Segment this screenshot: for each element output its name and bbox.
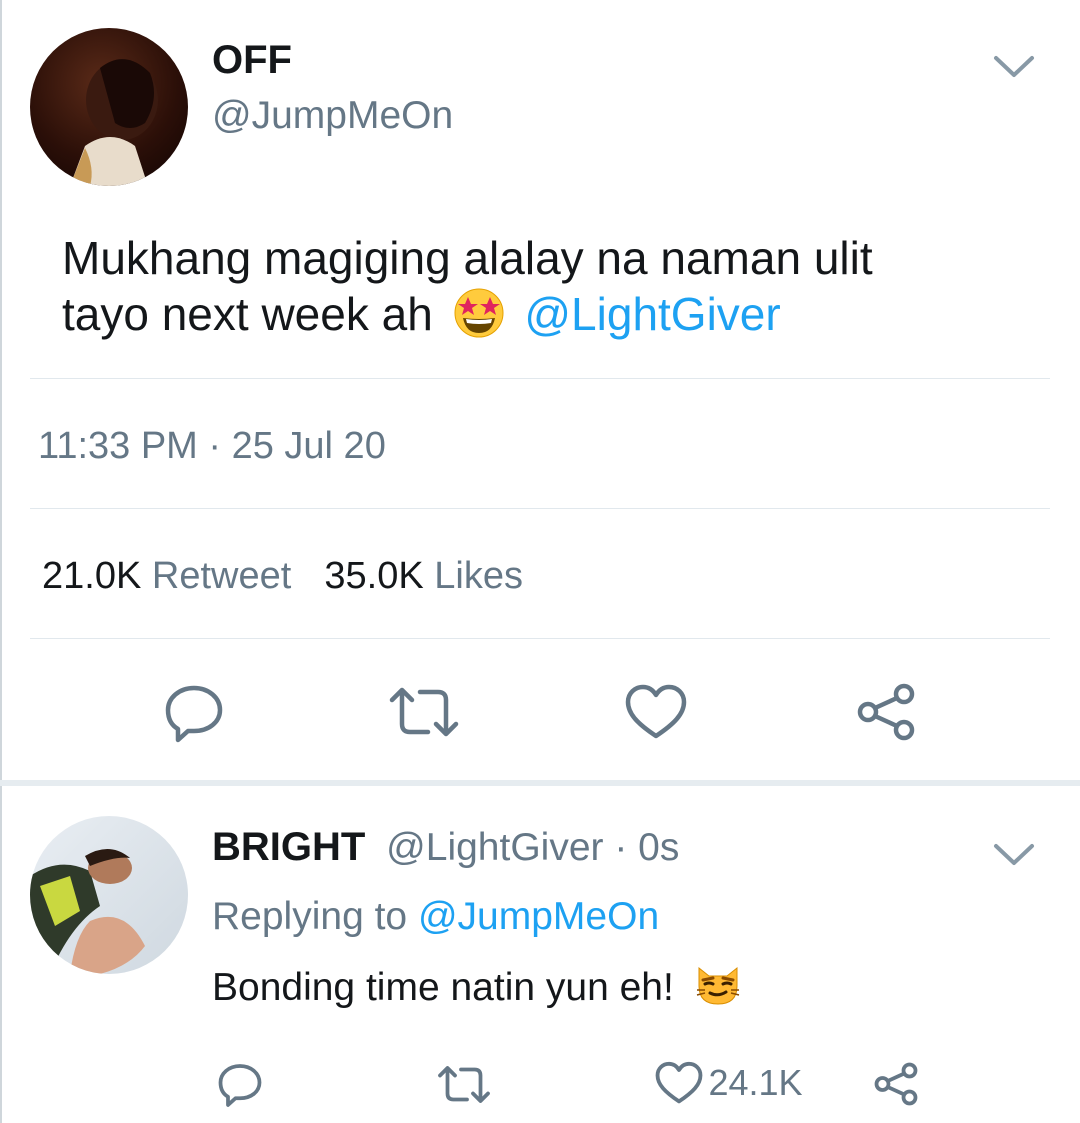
like-icon[interactable] — [624, 682, 688, 742]
replying-handle-link[interactable]: @JumpMeOn — [418, 895, 659, 938]
reply-text: Bonding time natin yun eh! — [212, 962, 743, 1011]
retweet-count[interactable]: 21.0K — [42, 555, 141, 597]
replying-prefix: Replying to — [212, 895, 408, 938]
reply-icon[interactable] — [162, 680, 226, 744]
retweet-label[interactable]: Retweet — [152, 555, 291, 597]
replying-to: Replying to @JumpMeOn — [212, 894, 659, 940]
reply-like[interactable]: 24.1K — [654, 1060, 803, 1106]
divider — [30, 508, 1050, 509]
reply-author-avatar[interactable] — [30, 816, 188, 974]
share-icon[interactable] — [872, 1060, 920, 1108]
divider — [30, 378, 1050, 379]
tweet-text-line1: Mukhang magiging alalay na naman ulit — [62, 232, 873, 284]
retweet-icon[interactable] — [434, 1062, 494, 1107]
reply-like-count: 24.1K — [708, 1062, 803, 1103]
reply-header: BRIGHT @LightGiver · 0s — [212, 824, 679, 871]
share-icon[interactable] — [854, 680, 918, 744]
like-icon[interactable] — [654, 1060, 704, 1106]
star-struck-emoji-icon — [452, 288, 506, 338]
engagement-stats: 21.0K Retweet 35.0K Likes — [42, 554, 523, 598]
divider — [30, 638, 1050, 639]
section-separator — [0, 780, 1080, 786]
tweet-text-line2-text: tayo next week ah — [62, 288, 433, 340]
tweet-text-line2: tayo next week ah @LightGiver — [62, 286, 781, 342]
likes-label[interactable]: Likes — [434, 555, 523, 597]
mention-link[interactable]: @LightGiver — [524, 288, 780, 340]
reply-author-name[interactable]: BRIGHT — [212, 825, 365, 869]
chevron-down-icon[interactable] — [992, 54, 1036, 80]
smirking-cat-emoji-icon — [693, 962, 743, 1008]
reply-text-body: Bonding time natin yun eh! — [212, 966, 674, 1009]
likes-count[interactable]: 35.0K — [324, 555, 423, 597]
edge-line — [0, 0, 2, 1123]
reply-author-handle[interactable]: @LightGiver — [386, 826, 603, 869]
reply-icon[interactable] — [216, 1060, 264, 1108]
chevron-down-icon[interactable] — [992, 842, 1036, 868]
author-avatar[interactable] — [30, 28, 188, 186]
tweet-timestamp[interactable]: 11:33 PM · 25 Jul 20 — [38, 424, 386, 468]
reply-time[interactable]: · 0s — [614, 826, 679, 869]
author-name[interactable]: OFF — [212, 38, 292, 82]
author-handle[interactable]: @JumpMeOn — [212, 94, 453, 138]
retweet-icon[interactable] — [384, 682, 464, 742]
